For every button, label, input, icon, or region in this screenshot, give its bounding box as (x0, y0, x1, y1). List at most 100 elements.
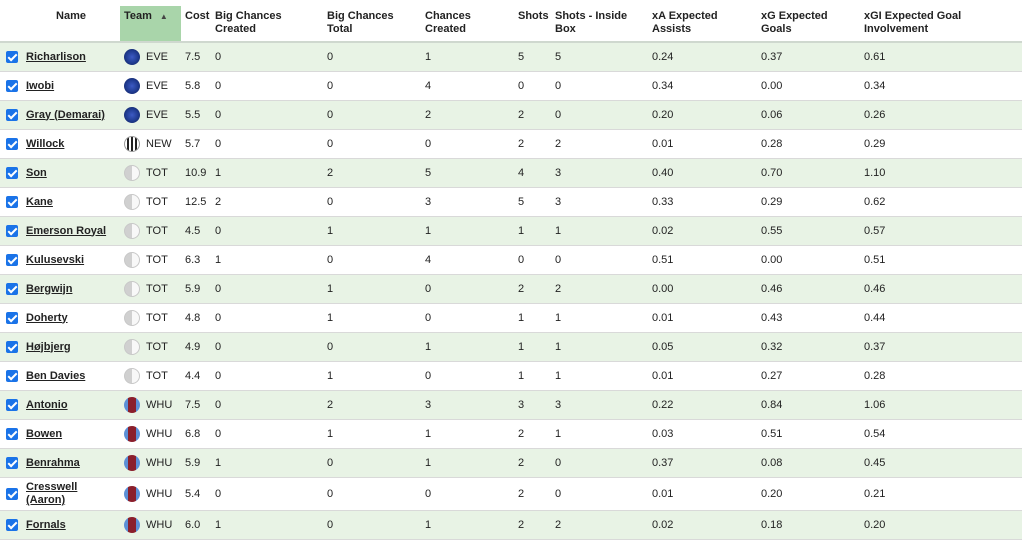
xa-cell: 0.22 (648, 390, 757, 420)
player-link[interactable]: Gray (Demarai) (26, 109, 105, 121)
shots-inside-box-cell: 1 (551, 419, 648, 449)
row-select-cell (0, 477, 22, 511)
team-cell: TOT (120, 158, 181, 188)
row-checkbox[interactable] (6, 399, 18, 412)
chances-created-cell: 5 (421, 158, 514, 188)
team-badge-icon (124, 455, 140, 471)
xg-cell: 0.29 (757, 187, 860, 217)
row-checkbox[interactable] (6, 80, 18, 93)
player-link[interactable]: Antonio (26, 399, 68, 411)
row-checkbox[interactable] (6, 312, 18, 325)
team-code: TOT (146, 225, 168, 237)
column-header-name[interactable]: Name (22, 6, 120, 43)
chances-created-cell: 1 (421, 448, 514, 478)
player-link[interactable]: Højbjerg (26, 341, 71, 353)
column-header-team[interactable]: Team ▲ (120, 6, 181, 43)
team-cell: WHU (120, 510, 181, 540)
shots-inside-box-cell: 0 (551, 245, 648, 275)
row-checkbox[interactable] (6, 196, 18, 209)
player-link[interactable]: Emerson Royal (26, 225, 106, 237)
player-link[interactable]: Cresswell (Aaron) (26, 481, 77, 506)
player-link[interactable]: Iwobi (26, 80, 54, 92)
player-link[interactable]: Ben Davies (26, 370, 85, 382)
chances-created-cell: 1 (421, 216, 514, 246)
player-name-cell: Ben Davies (22, 361, 120, 391)
big-chances-created-cell: 2 (211, 187, 323, 217)
xgi-cell: 0.44 (860, 303, 1022, 333)
big-chances-total-cell: 0 (323, 477, 421, 511)
sort-ascending-icon: ▲ (159, 12, 168, 21)
big-chances-total-cell: 0 (323, 510, 421, 540)
player-link[interactable]: Bergwijn (26, 283, 72, 295)
column-header-big-chances-total-label: Big Chances Total (327, 10, 394, 35)
team-badge-icon (124, 368, 140, 384)
team-cell: WHU (120, 419, 181, 449)
row-checkbox[interactable] (6, 370, 18, 383)
column-header-big-chances-created[interactable]: Big Chances Created (211, 6, 323, 43)
column-header-cost[interactable]: Cost (181, 6, 211, 43)
column-header-xg[interactable]: xG Expected Goals (757, 6, 860, 43)
row-checkbox[interactable] (6, 51, 18, 64)
player-name-cell: Emerson Royal (22, 216, 120, 246)
team-code: TOT (146, 370, 168, 382)
player-link[interactable]: Willock (26, 138, 64, 150)
column-header-xgi-label: xGI Expected Goal Involvement (864, 10, 962, 35)
player-link[interactable]: Bowen (26, 428, 62, 440)
chances-created-cell: 3 (421, 390, 514, 420)
shots-cell: 5 (514, 187, 551, 217)
big-chances-total-cell: 0 (323, 245, 421, 275)
column-header-xgi[interactable]: xGI Expected Goal Involvement (860, 6, 1022, 43)
team-cell: WHU (120, 477, 181, 511)
row-checkbox[interactable] (6, 341, 18, 354)
player-link[interactable]: Doherty (26, 312, 68, 324)
column-header-xg-label: xG Expected Goals (761, 10, 828, 35)
team-cell: TOT (120, 245, 181, 275)
row-select-cell (0, 361, 22, 391)
table-row: Kane TOT 12.5 2 0 3 5 3 0.33 0.29 0.62 (0, 187, 1022, 217)
cost-cell: 4.8 (181, 303, 211, 333)
big-chances-total-cell: 2 (323, 158, 421, 188)
row-select-cell (0, 71, 22, 101)
row-checkbox[interactable] (6, 488, 18, 501)
player-link[interactable]: Kane (26, 196, 53, 208)
shots-inside-box-cell: 3 (551, 390, 648, 420)
shots-cell: 2 (514, 448, 551, 478)
team-badge-icon (124, 194, 140, 210)
column-header-shots-inside-box[interactable]: Shots - Inside Box (551, 6, 648, 43)
row-checkbox[interactable] (6, 519, 18, 532)
row-checkbox[interactable] (6, 254, 18, 267)
player-link[interactable]: Son (26, 167, 47, 179)
row-select-cell (0, 332, 22, 362)
row-checkbox[interactable] (6, 167, 18, 180)
xa-cell: 0.51 (648, 245, 757, 275)
player-link[interactable]: Fornals (26, 519, 66, 531)
big-chances-total-cell: 0 (323, 129, 421, 159)
column-header-big-chances-total[interactable]: Big Chances Total (323, 6, 421, 43)
xgi-cell: 1.06 (860, 390, 1022, 420)
row-checkbox[interactable] (6, 138, 18, 151)
row-checkbox[interactable] (6, 457, 18, 470)
player-link[interactable]: Kulusevski (26, 254, 84, 266)
row-checkbox[interactable] (6, 109, 18, 122)
column-header-xa-label: xA Expected Assists (652, 10, 718, 35)
big-chances-total-cell: 0 (323, 71, 421, 101)
column-header-shots[interactable]: Shots (514, 6, 551, 43)
xa-cell: 0.40 (648, 158, 757, 188)
shots-cell: 2 (514, 510, 551, 540)
row-checkbox[interactable] (6, 225, 18, 238)
player-name-cell: Bowen (22, 419, 120, 449)
player-link[interactable]: Richarlison (26, 51, 86, 63)
table-row: Emerson Royal TOT 4.5 0 1 1 1 1 0.02 0.55 0.57 (0, 216, 1022, 246)
row-checkbox[interactable] (6, 283, 18, 296)
player-link[interactable]: Benrahma (26, 457, 80, 469)
player-name-cell: Højbjerg (22, 332, 120, 362)
row-checkbox[interactable] (6, 428, 18, 441)
column-header-xa[interactable]: xA Expected Assists (648, 6, 757, 43)
column-header-chances-created[interactable]: Chances Created (421, 6, 514, 43)
chances-created-cell: 1 (421, 42, 514, 72)
shots-inside-box-cell: 1 (551, 216, 648, 246)
team-cell: TOT (120, 187, 181, 217)
big-chances-created-cell: 0 (211, 100, 323, 130)
cost-cell: 10.9 (181, 158, 211, 188)
team-code: TOT (146, 196, 168, 208)
